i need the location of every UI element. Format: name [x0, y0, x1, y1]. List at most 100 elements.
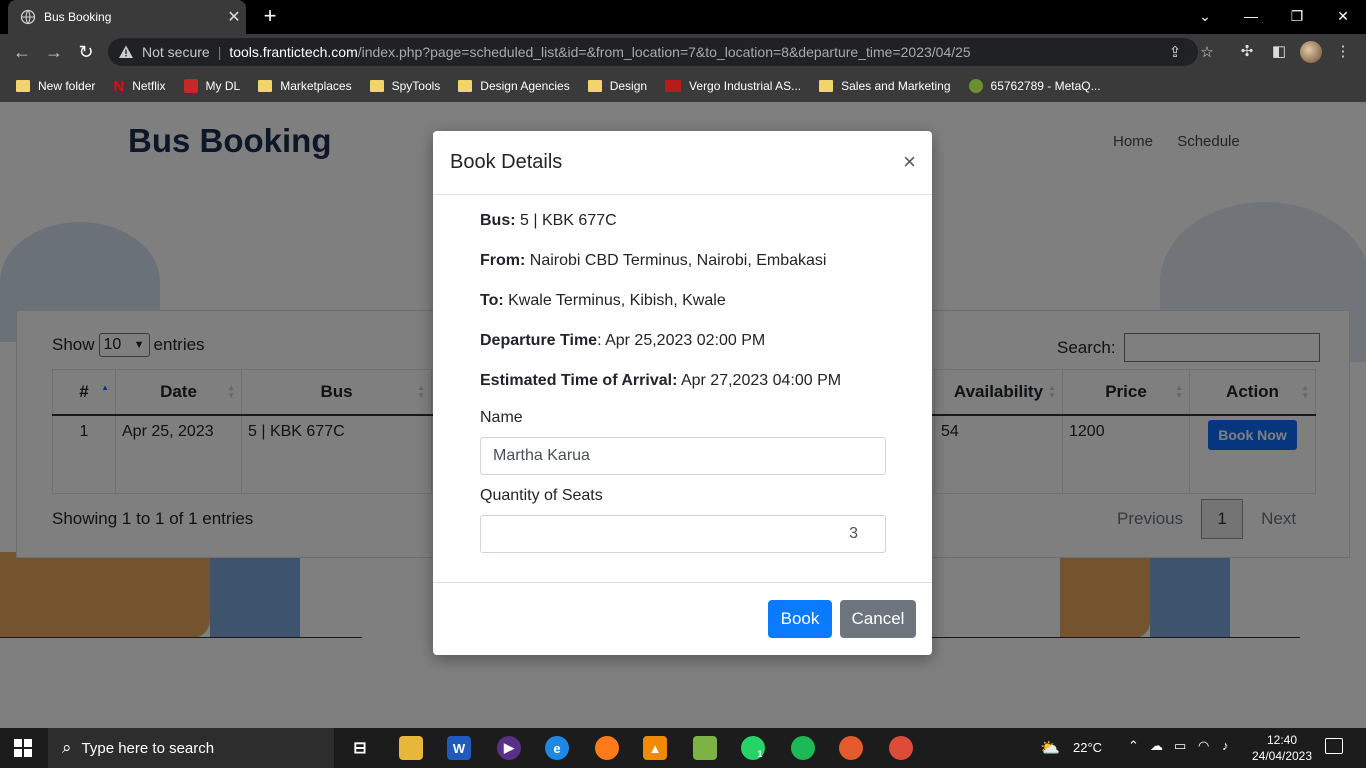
folder-icon [369, 80, 384, 92]
new-tab-button[interactable]: + [258, 4, 282, 28]
bookmark-design[interactable]: Design [587, 79, 647, 93]
bookmark-label: Design Agencies [480, 79, 570, 93]
chrome-icon[interactable] [889, 736, 913, 760]
globe-icon [20, 9, 36, 25]
weather-icon[interactable]: ⛅ [1040, 738, 1060, 758]
detail-value: : Apr 25,2023 02:00 PM [597, 332, 766, 349]
notification-icon[interactable] [1325, 738, 1343, 754]
vergo-icon [665, 80, 682, 92]
folder-icon [587, 80, 602, 92]
detail-label: Departure Time [480, 332, 598, 349]
search-icon: ⌕ [62, 738, 72, 757]
quantity-field[interactable]: 3 [480, 515, 886, 553]
bookmark-metaq[interactable]: 65762789 - MetaQ... [968, 79, 1101, 93]
folder-icon [258, 80, 273, 92]
detail-value: Kwale Terminus, Kibish, Kwale [503, 292, 726, 309]
folder-icon [16, 80, 30, 92]
taskbar-search[interactable]: ⌕ Type here to search [48, 728, 334, 768]
warning-icon [119, 45, 133, 58]
clock-date: 24/04/2023 [1251, 749, 1313, 763]
detail-from: From: Nairobi CBD Terminus, Nairobi, Emb… [480, 249, 886, 289]
wifi-icon[interactable]: ◠ [1198, 738, 1209, 754]
reload-icon[interactable]: ↻ [74, 40, 98, 64]
origin-icon[interactable] [839, 736, 863, 760]
clock[interactable]: 12:40 24/04/2023 [1252, 732, 1312, 764]
temperature[interactable]: 22°C [1073, 740, 1102, 755]
firefox-icon[interactable] [595, 736, 619, 760]
browser-tab[interactable]: Bus Booking ✕ [8, 0, 246, 34]
detail-to: To: Kwale Terminus, Kibish, Kwale [480, 289, 886, 329]
bookmark-label: My DL [205, 79, 241, 93]
bookmark-label: SpyTools [391, 79, 441, 93]
extensions-puzzle-icon[interactable]: ✣ [1237, 42, 1257, 62]
word-icon[interactable]: W [447, 736, 471, 760]
url-path: /index.php?page=scheduled_list&id=&from_… [357, 44, 971, 60]
detail-value: Apr 27,2023 04:00 PM [677, 372, 842, 389]
bookmark-netflix[interactable]: N Netflix [113, 78, 165, 95]
whatsapp-badge: 1 [757, 749, 763, 759]
minimize-button[interactable]: — [1228, 0, 1274, 34]
bookmark-star-icon[interactable]: ☆ [1198, 44, 1216, 62]
windows-start-icon[interactable] [14, 739, 32, 757]
modal-title: Book Details [450, 151, 563, 173]
menu-kebab-icon[interactable]: ⋮ [1333, 42, 1353, 62]
edge-icon[interactable]: e [545, 736, 569, 760]
page-viewport: Bus Booking Home Schedule Show 10 ▼ entr… [0, 102, 1366, 728]
back-arrow-icon[interactable]: ← [10, 40, 34, 64]
cancel-button[interactable]: Cancel [840, 600, 916, 638]
app-icon[interactable] [693, 736, 717, 760]
media-player-icon[interactable]: ▶ [497, 736, 521, 760]
metaq-icon [968, 79, 983, 93]
detail-bus: Bus: 5 | KBK 677C [480, 209, 886, 249]
bookmarks-bar: New folder N Netflix My DL Marketplaces S… [0, 70, 1366, 102]
bookmark-label: Marketplaces [280, 79, 352, 93]
tab-title: Bus Booking [44, 10, 112, 24]
forward-arrow-icon[interactable]: → [42, 40, 66, 64]
tab-close-icon[interactable]: ✕ [222, 7, 246, 27]
detail-label: To: [480, 292, 504, 309]
volume-icon[interactable]: ♪ [1222, 738, 1229, 753]
quantity-label: Quantity of Seats [480, 487, 603, 504]
detail-departure: Departure Time: Apr 25,2023 02:00 PM [480, 329, 886, 369]
vlc-icon[interactable]: ▲ [643, 736, 667, 760]
bookmark-label: Sales and Marketing [841, 79, 951, 93]
url-separator: | [217, 44, 222, 60]
netflix-icon: N [113, 77, 125, 95]
clock-time: 12:40 [1266, 733, 1298, 747]
bookmark-spytools[interactable]: SpyTools [369, 79, 441, 93]
bookmark-sales-marketing[interactable]: Sales and Marketing [819, 79, 951, 93]
chevron-up-icon[interactable]: ⌃ [1128, 738, 1139, 754]
bookmark-label: Vergo Industrial AS... [689, 79, 802, 93]
restore-button[interactable]: ❐ [1274, 0, 1320, 34]
bookmark-vergo[interactable]: Vergo Industrial AS... [665, 79, 801, 93]
bookmark-label: New folder [38, 79, 96, 93]
security-label: Not secure [142, 44, 210, 60]
spotify-icon[interactable] [791, 736, 815, 760]
onedrive-icon[interactable]: ☁ [1150, 738, 1163, 754]
bookmark-label: 65762789 - MetaQ... [990, 79, 1101, 93]
name-label: Name [480, 409, 523, 426]
bookmark-my-dl[interactable]: My DL [183, 79, 241, 93]
bookmark-design-agencies[interactable]: Design Agencies [458, 79, 570, 93]
tab-search-chevron-icon[interactable]: ⌄ [1182, 0, 1228, 34]
whatsapp-icon[interactable]: 1 [741, 736, 765, 760]
detail-label: From: [480, 252, 526, 269]
task-view-icon[interactable]: ⊟ [348, 736, 372, 760]
address-bar[interactable]: Not secure | tools.frantictech.com /inde… [108, 38, 1198, 66]
taskbar-search-placeholder: Type here to search [81, 739, 215, 757]
url-host: tools.frantictech.com [229, 44, 358, 60]
close-window-button[interactable]: ✕ [1320, 0, 1366, 34]
bookmark-new-folder[interactable]: New folder [16, 79, 95, 93]
profile-avatar[interactable] [1300, 41, 1322, 63]
detail-label: Bus: [480, 212, 516, 229]
book-button[interactable]: Book [768, 600, 832, 638]
name-field[interactable]: Martha Karua [480, 437, 886, 475]
close-icon[interactable]: × [903, 149, 916, 175]
bookmark-marketplaces[interactable]: Marketplaces [258, 79, 352, 93]
tab-strip: Bus Booking ✕ + ⌄ — ❐ ✕ [0, 0, 1366, 34]
file-explorer-icon[interactable] [399, 736, 423, 760]
detail-value: Nairobi CBD Terminus, Nairobi, Embakasi [525, 252, 827, 269]
side-panel-icon[interactable]: ◧ [1269, 42, 1289, 62]
battery-icon[interactable]: ▭ [1174, 738, 1186, 754]
share-icon[interactable]: ⇪ [1166, 44, 1184, 62]
